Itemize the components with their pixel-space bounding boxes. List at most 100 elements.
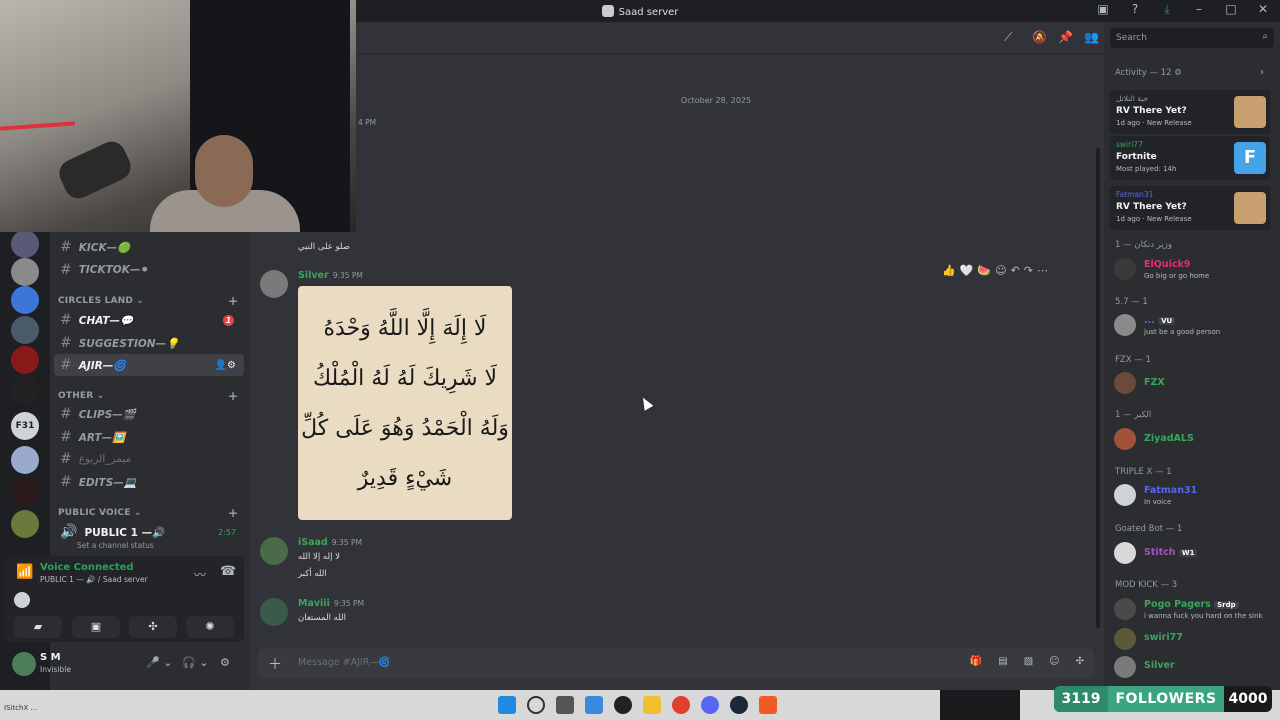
category-other[interactable]: OTHER ⌄ + xyxy=(58,389,238,403)
voice-panel: 📶 Voice Connected PUBLIC 1 — 🔊 / Saad se… xyxy=(4,556,244,642)
inbox-icon[interactable]: ▣ xyxy=(1094,2,1112,17)
watermelon-icon[interactable]: 🍉 xyxy=(977,264,991,277)
channel-edits[interactable]: # EDITS—💻 xyxy=(54,471,244,493)
member-item[interactable]: Pogo Pagers Srdp i wanna fuck you hard o… xyxy=(1114,596,1270,624)
server-icon[interactable] xyxy=(11,316,39,344)
member-item[interactable]: Fatman31 In voice xyxy=(1114,482,1270,510)
disconnect-icon[interactable]: ☎ xyxy=(220,564,236,579)
discord-icon[interactable] xyxy=(701,696,719,714)
add-channel-icon[interactable]: + xyxy=(228,294,238,308)
threads-icon[interactable]: ⟋ xyxy=(1004,30,1012,45)
gift-icon[interactable]: 🎁 xyxy=(970,656,982,667)
emoji-icon[interactable]: ☺ xyxy=(1049,656,1059,667)
forward-icon[interactable]: ↷ xyxy=(1024,264,1033,277)
reply-icon[interactable]: ↶ xyxy=(1011,264,1020,277)
activities-button[interactable]: ✣ xyxy=(129,616,177,638)
avatar[interactable] xyxy=(260,598,288,626)
message-author[interactable]: Maviii 9:35 PM xyxy=(298,598,364,609)
file-explorer-icon[interactable] xyxy=(643,696,661,714)
channel-memes[interactable]: # ميمز_الربوع xyxy=(54,448,244,470)
add-channel-icon[interactable]: + xyxy=(228,506,238,520)
help-icon[interactable]: ? xyxy=(1126,2,1144,17)
sticker-icon[interactable]: ▧ xyxy=(1024,656,1033,667)
start-icon[interactable] xyxy=(498,696,516,714)
headphones-icon[interactable]: 🎧 ⌄ xyxy=(182,656,208,669)
channel-ticktok[interactable]: # TICKTOK—⚫ xyxy=(54,259,244,281)
channel-chat[interactable]: # CHAT—💬 1 xyxy=(54,309,244,331)
settings-icon[interactable]: 👤⚙ xyxy=(215,360,236,371)
thumbs-up-icon[interactable]: 👍 xyxy=(942,264,956,277)
mic-icon[interactable]: 🎤 ⌄ xyxy=(146,656,172,669)
voice-channel-public-1[interactable]: 🔊 PUBLIC 1 —🔊 2:57 xyxy=(54,521,244,543)
activity-card[interactable]: حية التلاتل RV There Yet? 1d ago · New R… xyxy=(1110,90,1270,134)
member-item[interactable]: Silver xyxy=(1114,654,1270,682)
member-item[interactable]: ElQuick9 Go big or go home xyxy=(1114,256,1270,284)
camera-off-button[interactable]: ▰ xyxy=(14,616,62,638)
signal-icon[interactable]: 📶 xyxy=(16,564,33,580)
message-input[interactable]: Message #AJIR—🌀 xyxy=(298,657,391,668)
avatar[interactable] xyxy=(260,270,288,298)
close-icon[interactable]: ✕ xyxy=(1254,2,1272,17)
category-circles-land[interactable]: CIRCLES LAND ⌄ + xyxy=(58,294,238,308)
chevron-right-icon[interactable]: › xyxy=(1260,67,1264,78)
member-item[interactable]: Stitch W1 xyxy=(1114,540,1270,568)
chrome-icon[interactable] xyxy=(672,696,690,714)
activity-card[interactable]: Fatman31 RV There Yet? 1d ago · New Rele… xyxy=(1110,186,1270,230)
activity-card[interactable]: swiri77 Fortnite Most played: 14h F xyxy=(1110,136,1270,180)
channel-ajir[interactable]: # AJIR—🌀 👤⚙ xyxy=(54,354,244,376)
channel-art[interactable]: # ART—🖼️ xyxy=(54,426,244,448)
search-icon[interactable] xyxy=(527,696,545,714)
channel-kick[interactable]: # KICK—🟢 xyxy=(54,236,244,258)
avatar[interactable] xyxy=(12,652,36,676)
server-icon[interactable]: F31 xyxy=(11,412,39,440)
obs-icon[interactable] xyxy=(614,696,632,714)
members-icon[interactable]: 👥 xyxy=(1084,30,1099,44)
more-icon[interactable]: ⋯ xyxy=(1037,264,1048,277)
message-author[interactable]: iSaad 9:35 PM xyxy=(298,537,362,548)
member-item[interactable]: swiri77 xyxy=(1114,626,1270,654)
voice-status[interactable]: Set a channel status xyxy=(77,541,154,550)
message-author[interactable]: Silver 9:35 PM xyxy=(298,270,363,281)
channel-suggestion[interactable]: # SUGGESTION—💡 xyxy=(54,332,244,354)
settings-icon[interactable]: ⚙ xyxy=(220,656,230,669)
member-item[interactable]: ZiyadALS xyxy=(1114,426,1270,454)
attach-icon[interactable]: ＋ xyxy=(268,654,282,674)
download-icon[interactable]: ⤓ xyxy=(1158,2,1176,17)
heart-icon[interactable]: 🤍 xyxy=(960,264,974,277)
channel-clips[interactable]: # CLIPS—🎬 xyxy=(54,403,244,425)
add-reaction-icon[interactable]: ☺ xyxy=(995,264,1006,277)
search-input[interactable]: Search xyxy=(1116,33,1147,43)
avatar[interactable] xyxy=(260,537,288,565)
member-item[interactable]: ... VU just be a good person xyxy=(1114,312,1270,340)
voice-location[interactable]: PUBLIC 1 — 🔊 / Saad server xyxy=(40,575,148,584)
server-icon[interactable] xyxy=(11,230,39,258)
attachment-image[interactable]: لَا إِلَهَ إِلَّا اللَّهُ وَحْدَهُ لَا ش… xyxy=(298,286,512,520)
widgets-icon[interactable] xyxy=(585,696,603,714)
server-icon[interactable] xyxy=(11,346,39,374)
task-view-icon[interactable] xyxy=(556,696,574,714)
search-box[interactable]: Search ⌕ xyxy=(1110,28,1274,48)
noise-suppression-icon[interactable]: 〰 xyxy=(194,566,206,583)
scrollbar[interactable] xyxy=(1096,148,1100,628)
screen-share-button[interactable]: ▣ xyxy=(72,616,120,638)
gif-icon[interactable]: ▤ xyxy=(998,656,1007,667)
server-icon[interactable] xyxy=(11,510,39,538)
minimize-icon[interactable]: – xyxy=(1190,2,1208,17)
server-icon[interactable] xyxy=(11,446,39,474)
server-icon[interactable] xyxy=(11,478,39,506)
search-icon: ⌕ xyxy=(1262,31,1268,42)
brave-icon[interactable] xyxy=(759,696,777,714)
steam-icon[interactable] xyxy=(730,696,748,714)
add-channel-icon[interactable]: + xyxy=(228,389,238,403)
server-icon[interactable] xyxy=(11,376,39,404)
role-header: TRIPLE X — 1 xyxy=(1115,467,1172,477)
category-public-voice[interactable]: PUBLIC VOICE ⌄ + xyxy=(58,506,238,520)
server-icon[interactable] xyxy=(11,286,39,314)
mute-icon[interactable]: 🔕 xyxy=(1032,30,1047,44)
soundboard-button[interactable]: ✺ xyxy=(186,616,234,638)
pin-icon[interactable]: 📌 xyxy=(1058,30,1073,44)
maximize-icon[interactable]: □ xyxy=(1222,2,1240,17)
member-item[interactable]: FZX xyxy=(1114,370,1270,398)
server-icon[interactable] xyxy=(11,258,39,286)
apps-icon[interactable]: ✣ xyxy=(1076,656,1084,667)
